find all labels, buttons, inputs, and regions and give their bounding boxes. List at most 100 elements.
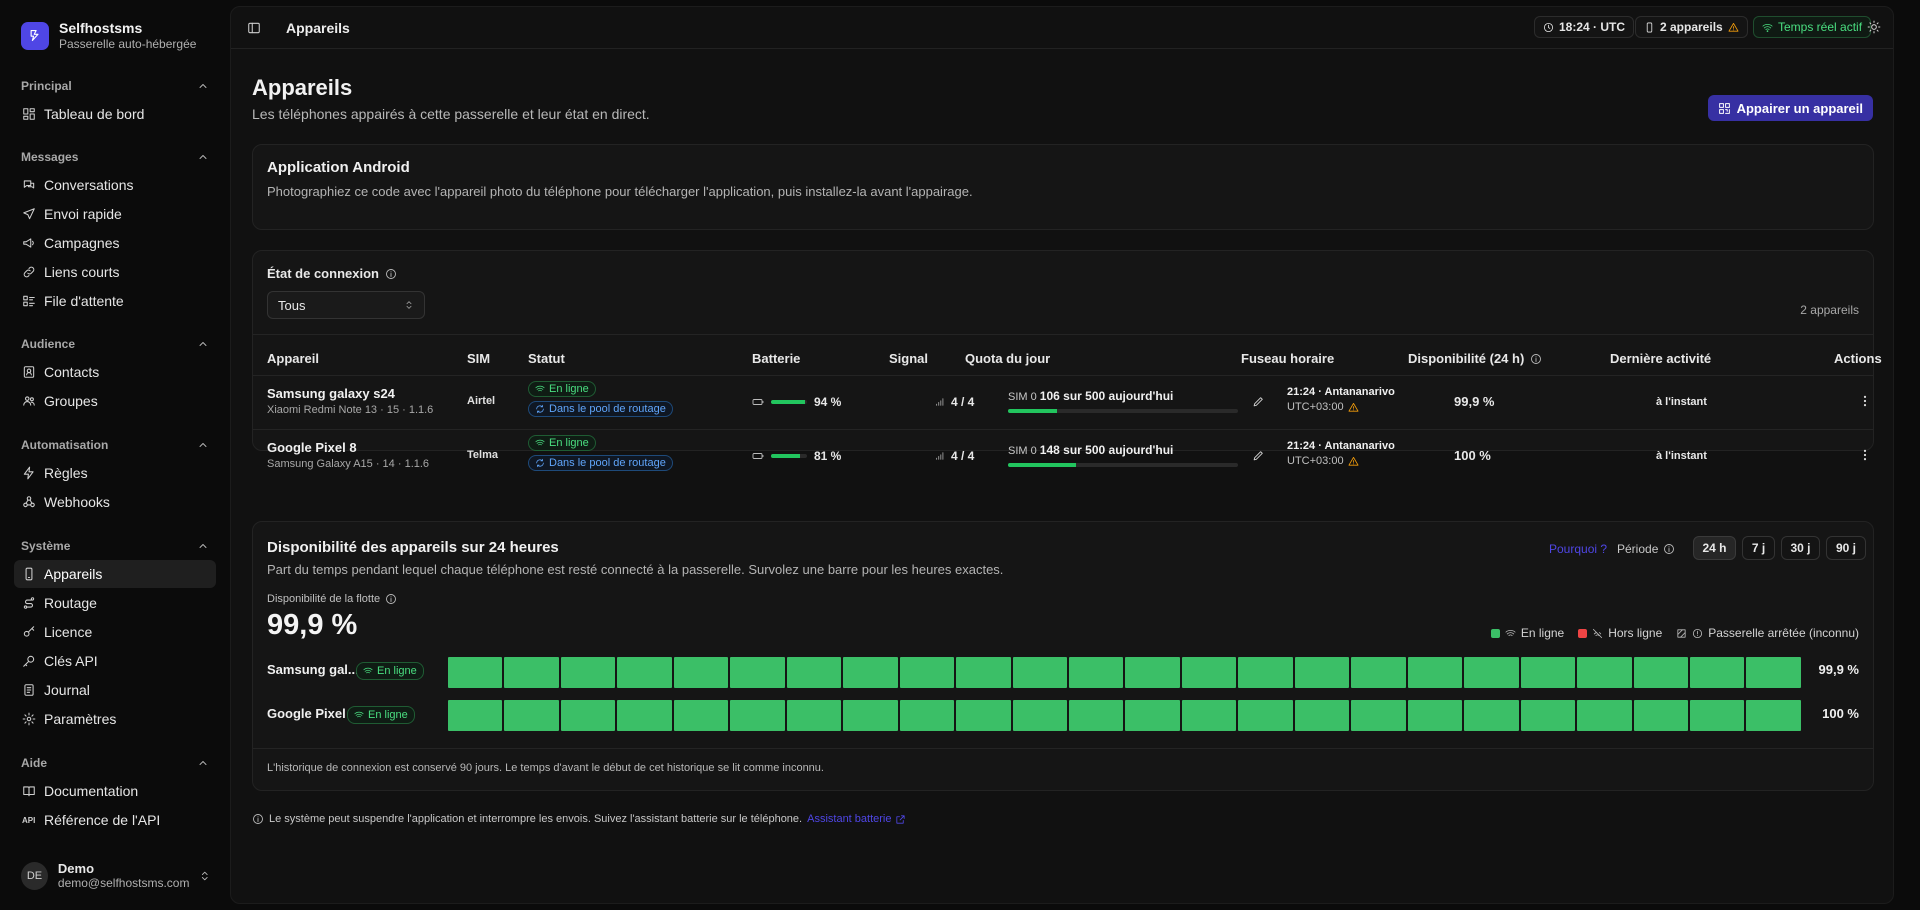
sidebar-item-queue[interactable]: File d'attente — [14, 287, 216, 315]
period-30d-button[interactable]: 30 j — [1781, 536, 1820, 560]
uptime-hour-bar[interactable] — [617, 657, 672, 688]
info-icon[interactable] — [1530, 353, 1542, 365]
sidebar-item-conversations[interactable]: Conversations — [14, 171, 216, 199]
sidebar-item-settings[interactable]: Paramètres — [14, 705, 216, 733]
group-head-messages[interactable]: Messages — [14, 147, 216, 167]
uptime-hour-bar[interactable] — [1181, 657, 1237, 688]
uptime-hour-bar[interactable] — [1633, 657, 1688, 688]
uptime-hour-bar[interactable] — [1407, 657, 1463, 688]
uptime-hour-bar[interactable] — [1689, 657, 1745, 688]
uptime-hour-bar[interactable] — [899, 657, 955, 688]
period-7d-button[interactable]: 7 j — [1742, 536, 1775, 560]
uptime-hour-bar[interactable] — [560, 700, 616, 731]
uptime-hour-bar[interactable] — [1577, 700, 1632, 731]
signal-cell: 4 / 4 — [935, 395, 974, 409]
uptime-hour-bar[interactable] — [843, 700, 898, 731]
sidebar-item-documentation[interactable]: Documentation — [14, 777, 216, 805]
sidebar-item-api-keys[interactable]: Clés API — [14, 647, 216, 675]
sidebar-item-api-reference[interactable]: API Référence de l'API — [14, 806, 216, 834]
sidebar-item-quick-send[interactable]: Envoi rapide — [14, 200, 216, 228]
uptime-hour-bar[interactable] — [1068, 700, 1124, 731]
sidebar-item-license[interactable]: Licence — [14, 618, 216, 646]
group-head-audience[interactable]: Audience — [14, 334, 216, 354]
group-head-principal[interactable]: Principal — [14, 76, 216, 96]
uptime-hour-bar[interactable] — [730, 657, 785, 688]
row-actions-button[interactable] — [1858, 394, 1872, 408]
pair-device-button[interactable]: Appairer un appareil — [1707, 95, 1873, 121]
uptime-hour-bar[interactable] — [956, 657, 1011, 688]
sidebar-item-campaigns[interactable]: Campagnes — [14, 229, 216, 257]
sidebar-item-webhooks[interactable]: Webhooks — [14, 488, 216, 516]
sidebar-item-rules[interactable]: Règles — [14, 459, 216, 487]
uptime-hour-bar[interactable] — [673, 657, 729, 688]
group-head-help[interactable]: Aide — [14, 753, 216, 773]
group-head-automation[interactable]: Automatisation — [14, 435, 216, 455]
uptime-hour-bar[interactable] — [1520, 657, 1576, 688]
uptime-hour-bar[interactable] — [560, 657, 616, 688]
uptime-hour-bar[interactable] — [1464, 700, 1519, 731]
uptime-hour-bar[interactable] — [1125, 657, 1180, 688]
sidebar-item-groups[interactable]: Groupes — [14, 387, 216, 415]
uptime-hour-bar[interactable] — [1294, 700, 1350, 731]
uptime-hour-bar[interactable] — [1238, 700, 1293, 731]
uptime-hour-bar[interactable] — [1238, 657, 1293, 688]
uptime-hour-bar[interactable] — [448, 657, 503, 688]
uptime-hour-bar[interactable] — [504, 657, 559, 688]
uptime-hour-bar[interactable] — [1125, 700, 1180, 731]
period-90d-button[interactable]: 90 j — [1826, 536, 1866, 560]
devices-chip[interactable]: 2 appareils — [1635, 16, 1748, 38]
edit-quota-button[interactable] — [1252, 395, 1265, 408]
signal-text: 4 / 4 — [951, 449, 975, 463]
uptime-hour-bar[interactable] — [1577, 657, 1632, 688]
edit-quota-button[interactable] — [1252, 449, 1265, 462]
sidebar-toggle-icon[interactable] — [247, 21, 261, 35]
group-head-system[interactable]: Système — [14, 536, 216, 556]
sidebar-item-short-links[interactable]: Liens courts — [14, 258, 216, 286]
sidebar-item-contacts[interactable]: Contacts — [14, 358, 216, 386]
uptime-hour-bar[interactable] — [504, 700, 559, 731]
signal-text: 4 / 4 — [951, 395, 975, 409]
uptime-hour-bar[interactable] — [1520, 700, 1576, 731]
uptime-hour-bar[interactable] — [730, 700, 785, 731]
brand[interactable]: Selfhostsms Passerelle auto-hébergée — [21, 20, 196, 51]
uptime-hour-bar[interactable] — [1633, 700, 1688, 731]
uptime-hour-bar[interactable] — [1746, 700, 1801, 731]
uptime-hour-bar[interactable] — [1351, 657, 1406, 688]
connection-filter-select[interactable]: Tous — [267, 291, 425, 319]
uptime-hour-bar[interactable] — [956, 700, 1011, 731]
android-app-card: Application Android Photographiez ce cod… — [252, 144, 1874, 230]
uptime-hour-bar[interactable] — [1012, 700, 1067, 731]
uptime-hour-bar[interactable] — [1464, 657, 1519, 688]
uptime-hour-bar[interactable] — [1351, 700, 1406, 731]
battery-assistant-link[interactable]: Assistant batterie — [807, 813, 906, 825]
uptime-hour-bar[interactable] — [1746, 657, 1801, 688]
user-menu[interactable]: DE Demo demo@selfhostsms.com — [21, 861, 211, 890]
uptime-hour-bar[interactable] — [673, 700, 729, 731]
table-row[interactable]: Samsung galaxy s24 Xiaomi Redmi Note 13 … — [253, 375, 1873, 429]
uptime-hour-bar[interactable] — [617, 700, 672, 731]
sidebar-item-dashboard[interactable]: Tableau de bord — [14, 100, 216, 128]
info-icon[interactable] — [1663, 543, 1675, 555]
info-icon[interactable] — [385, 593, 397, 605]
uptime-hour-bar[interactable] — [786, 700, 842, 731]
uptime-hour-bar[interactable] — [1294, 657, 1350, 688]
uptime-hour-bar[interactable] — [1068, 657, 1124, 688]
uptime-hour-bar[interactable] — [1407, 700, 1463, 731]
uptime-hour-bar[interactable] — [1689, 700, 1745, 731]
sidebar-item-devices[interactable]: Appareils — [14, 560, 216, 588]
why-link[interactable]: Pourquoi ? — [1549, 542, 1607, 556]
uptime-hour-bar[interactable] — [1012, 657, 1067, 688]
period-24h-button[interactable]: 24 h — [1693, 536, 1736, 560]
status-text: En ligne — [549, 383, 589, 395]
info-icon[interactable] — [385, 268, 397, 280]
table-row[interactable]: Google Pixel 8 Samsung Galaxy A15 · 14 ·… — [253, 429, 1873, 483]
sun-icon[interactable] — [1867, 20, 1881, 34]
uptime-hour-bar[interactable] — [843, 657, 898, 688]
sidebar-item-routing[interactable]: Routage — [14, 589, 216, 617]
uptime-hour-bar[interactable] — [899, 700, 955, 731]
uptime-hour-bar[interactable] — [1181, 700, 1237, 731]
sidebar-item-journal[interactable]: Journal — [14, 676, 216, 704]
uptime-hour-bar[interactable] — [448, 700, 503, 731]
row-actions-button[interactable] — [1858, 448, 1872, 462]
uptime-hour-bar[interactable] — [786, 657, 842, 688]
